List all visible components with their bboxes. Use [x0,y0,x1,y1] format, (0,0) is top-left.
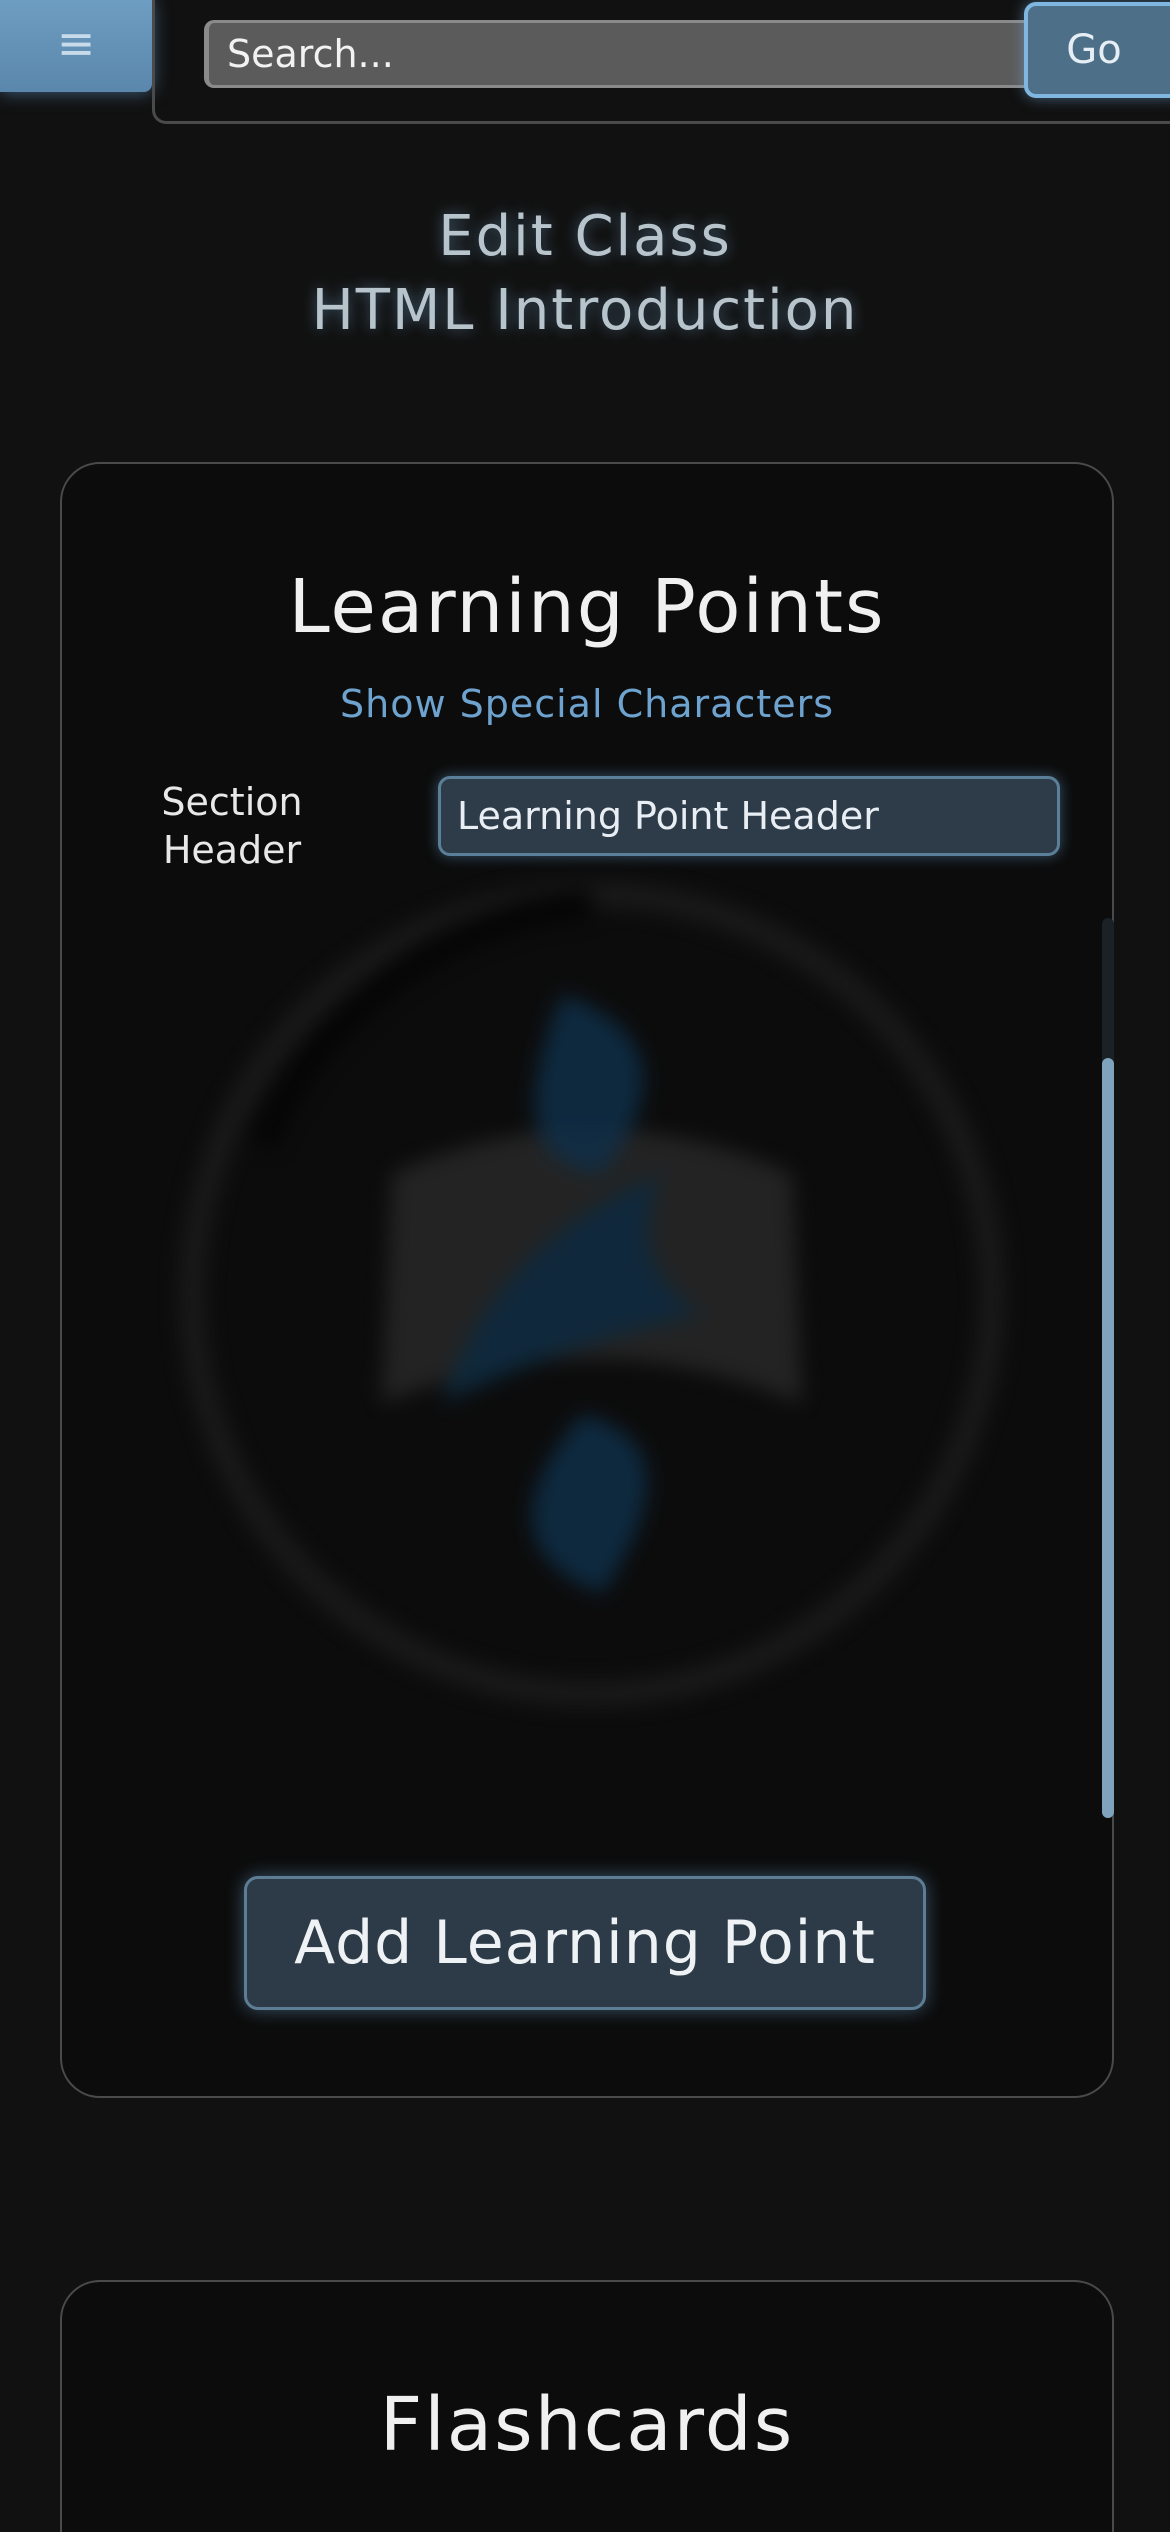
search-input[interactable] [204,20,1044,88]
page-root: ≡ Go Edit Class HTML Introduction Learni… [0,0,1170,2532]
loading-spinner-icon [179,881,1005,1707]
add-learning-point-button[interactable]: Add Learning Point [244,1876,926,2010]
page-title: Edit Class HTML Introduction [0,200,1170,348]
hamburger-icon: ≡ [56,16,96,70]
page-title-line-2: HTML Introduction [311,278,859,343]
flashcards-card: Flashcards [60,2280,1114,2532]
page-title-line-1: Edit Class [438,204,732,269]
go-button[interactable]: Go [1024,2,1170,98]
show-special-characters-link[interactable]: Show Special Characters [62,682,1112,726]
flashcards-title: Flashcards [379,2382,795,2468]
learning-points-title: Learning Points [288,564,886,650]
scrollbar-thumb[interactable] [1102,1058,1114,1818]
menu-button[interactable]: ≡ [0,0,152,92]
learning-points-card: Learning Points Show Special Characters … [60,462,1114,2098]
